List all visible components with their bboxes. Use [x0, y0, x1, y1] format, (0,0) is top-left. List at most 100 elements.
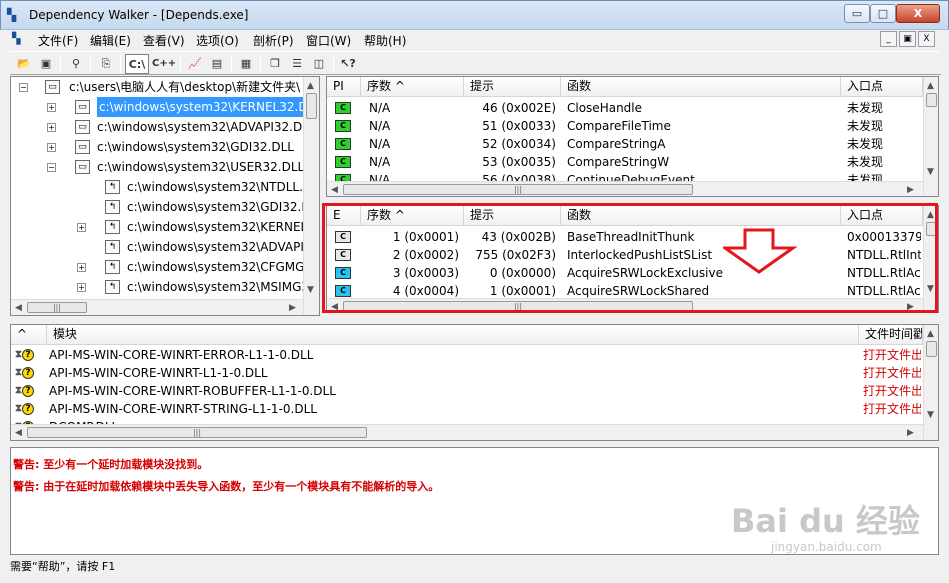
- dll-icon: ↰: [105, 180, 120, 194]
- import-status-icon: C: [335, 156, 351, 168]
- import-entry: 未发现: [847, 101, 884, 115]
- imports-table[interactable]: PI 序数 ^ 提示 函数 入口点 C N/A 46 (0x002E) CloseHa…: [326, 76, 939, 197]
- status-text: 需要“帮助”，请按 F1: [10, 560, 116, 573]
- col-pi[interactable]: PI: [327, 77, 361, 97]
- menu-options[interactable]: 选项(O): [196, 32, 239, 49]
- col-module[interactable]: 模块: [47, 325, 859, 345]
- imports-vscrollbar[interactable]: ▲ ▼: [923, 77, 938, 196]
- tree-root-label: c:\users\电脑人人有\desktop\新建文件夹\: [69, 80, 301, 94]
- imports-hscrollbar[interactable]: ◀ ||| ▶: [327, 181, 923, 196]
- menu-help[interactable]: 帮助(H): [364, 32, 406, 49]
- profile-icon[interactable]: ⎘: [96, 54, 116, 74]
- mdi-minimize-button[interactable]: _: [880, 31, 897, 47]
- tree-item-label: c:\windows\system32\GDI32.DLL: [127, 200, 320, 214]
- menu-view[interactable]: 查看(V): [143, 32, 185, 49]
- tree-item-label: c:\windows\system32\KERNEL32.DLL: [127, 220, 319, 234]
- full-paths-button[interactable]: C:\: [125, 54, 149, 74]
- col-hint[interactable]: 提示: [464, 77, 561, 97]
- tree-item-label: c:\windows\system32\USER32.DLL: [97, 160, 305, 174]
- save-icon[interactable]: ▣: [36, 54, 56, 74]
- col-e[interactable]: E: [327, 206, 361, 226]
- export-entry: NTDLL.RtlInterlocked: [847, 248, 921, 262]
- tree-item-label: c:\windows\system32\ADVAPI32.DLL: [127, 240, 319, 254]
- expand-icon[interactable]: +: [47, 123, 56, 132]
- import-hint: 46 (0x002E): [482, 101, 556, 115]
- import-status-icon: C: [335, 138, 351, 150]
- app-icon: ▚: [7, 8, 17, 22]
- dll-icon: ↰: [105, 260, 120, 274]
- tree-vscrollbar[interactable]: ▲ ▼: [303, 77, 319, 315]
- mdi-close-button[interactable]: X: [918, 31, 935, 47]
- export-entry: 0x00013379: [847, 230, 921, 244]
- import-function: CompareStringA: [567, 137, 666, 151]
- missing-module-icon: ⧗?: [15, 384, 37, 398]
- tile-horizontal-icon[interactable]: ☰: [287, 54, 307, 74]
- log-warning-2: 警告: 由于在延时加载依赖模块中丢失导入函数，至少有一个模块具有不能解析的导入。: [13, 480, 440, 493]
- menu-edit[interactable]: 编辑(E): [90, 32, 131, 49]
- col-ordinal[interactable]: 序数 ^: [361, 77, 464, 97]
- expand-icon[interactable]: +: [77, 263, 86, 272]
- expand-icon[interactable]: +: [77, 283, 86, 292]
- menu-window[interactable]: 窗口(W): [306, 32, 351, 49]
- col-hint[interactable]: 提示: [464, 206, 561, 226]
- module-list[interactable]: ^ 模块 文件时间戳 ⧗? API-MS-WIN-CORE-WINRT-ERROR…: [10, 324, 939, 441]
- col-function[interactable]: 函数: [561, 77, 841, 97]
- tree-item-label: c:\windows\system32\GDI32.DLL: [97, 140, 294, 154]
- watermark-url: jingyan.baidu.com: [771, 540, 882, 554]
- dll-icon: ▭: [75, 120, 90, 134]
- exe-icon: ▭: [45, 80, 60, 94]
- mdi-restore-button[interactable]: ▣: [899, 31, 916, 47]
- toolbar: 📂 ▣ ⚲ ⎘ C:\ C++ 📈 ▤ ▦ ❐ ☰ ◫ ↖?: [10, 51, 941, 75]
- system-info-icon[interactable]: ▦: [236, 54, 256, 74]
- exports-table[interactable]: E 序数 ^ 提示 函数 入口点 C1 (0x0001) 43 (0x002B) B…: [326, 205, 939, 313]
- dll-icon: ↰: [105, 240, 120, 254]
- log-panel: 警告: 至少有一个延时加载模块没找到。 警告: 由于在延时加载依赖模块中丢失导入…: [10, 447, 939, 555]
- col-timestamp[interactable]: 文件时间戳: [859, 325, 923, 345]
- down-arrow-annotation: [723, 228, 798, 274]
- modules-hscrollbar[interactable]: ◀ ||| ▶: [11, 424, 923, 440]
- missing-module-icon: ⧗?: [15, 366, 37, 380]
- import-ordinal: N/A: [369, 101, 391, 115]
- tile-vertical-icon[interactable]: ◫: [309, 54, 329, 74]
- dll-icon: ↰: [105, 280, 120, 294]
- export-ordinal: 1 (0x0001): [392, 230, 459, 244]
- modules-vscrollbar[interactable]: ▲ ▼: [923, 325, 938, 440]
- menu-profile[interactable]: 剖析(P): [253, 32, 294, 49]
- exports-hscrollbar[interactable]: ◀ ||| ▶: [327, 298, 923, 312]
- export-hint: 755 (0x02F3): [475, 248, 556, 262]
- expand-icon[interactable]: +: [47, 103, 56, 112]
- col-entry[interactable]: 入口点: [841, 206, 923, 226]
- cascade-icon[interactable]: ❐: [265, 54, 285, 74]
- col-sort[interactable]: ^: [11, 325, 47, 345]
- maximize-button[interactable]: □: [870, 4, 896, 23]
- export-hint: 43 (0x002B): [481, 230, 556, 244]
- export-status-icon: C: [335, 267, 351, 279]
- dll-icon: ↰: [105, 220, 120, 234]
- context-help-icon[interactable]: ↖?: [338, 54, 358, 74]
- expand-icon[interactable]: +: [47, 143, 56, 152]
- minimize-button[interactable]: ▭: [844, 4, 870, 23]
- col-ordinal[interactable]: 序数 ^: [361, 206, 464, 226]
- tree-hscrollbar[interactable]: ◀ ||| ▶: [11, 299, 303, 315]
- find-icon[interactable]: ⚲: [66, 54, 86, 74]
- dll-icon: ▭: [75, 140, 90, 154]
- module-tree[interactable]: − ▭ c:\users\电脑人人有\desktop\新建文件夹\ + ▭ c:\w…: [10, 76, 320, 316]
- col-function[interactable]: 函数: [561, 206, 841, 226]
- collapse-icon[interactable]: −: [47, 163, 56, 172]
- module-timestamp: 打开文件出错: [863, 348, 921, 362]
- undecorate-cpp-button[interactable]: C++: [152, 54, 176, 74]
- import-status-icon: C: [335, 102, 351, 114]
- window-title: Dependency Walker - [Depends.exe]: [29, 8, 249, 22]
- exports-vscrollbar[interactable]: ▲ ▼: [923, 206, 938, 312]
- close-button[interactable]: X: [896, 4, 940, 23]
- import-ordinal: N/A: [369, 137, 391, 151]
- menu-file[interactable]: 文件(F): [38, 32, 78, 49]
- col-entry[interactable]: 入口点: [841, 77, 923, 97]
- chart-icon[interactable]: 📈: [185, 54, 205, 74]
- expand-icon[interactable]: +: [77, 223, 86, 232]
- mdi-doc-icon[interactable]: ▚: [12, 32, 20, 45]
- import-hint: 53 (0x0035): [482, 155, 556, 169]
- open-folder-icon[interactable]: 📂: [14, 54, 34, 74]
- collapse-icon[interactable]: −: [19, 83, 28, 92]
- properties-icon[interactable]: ▤: [207, 54, 227, 74]
